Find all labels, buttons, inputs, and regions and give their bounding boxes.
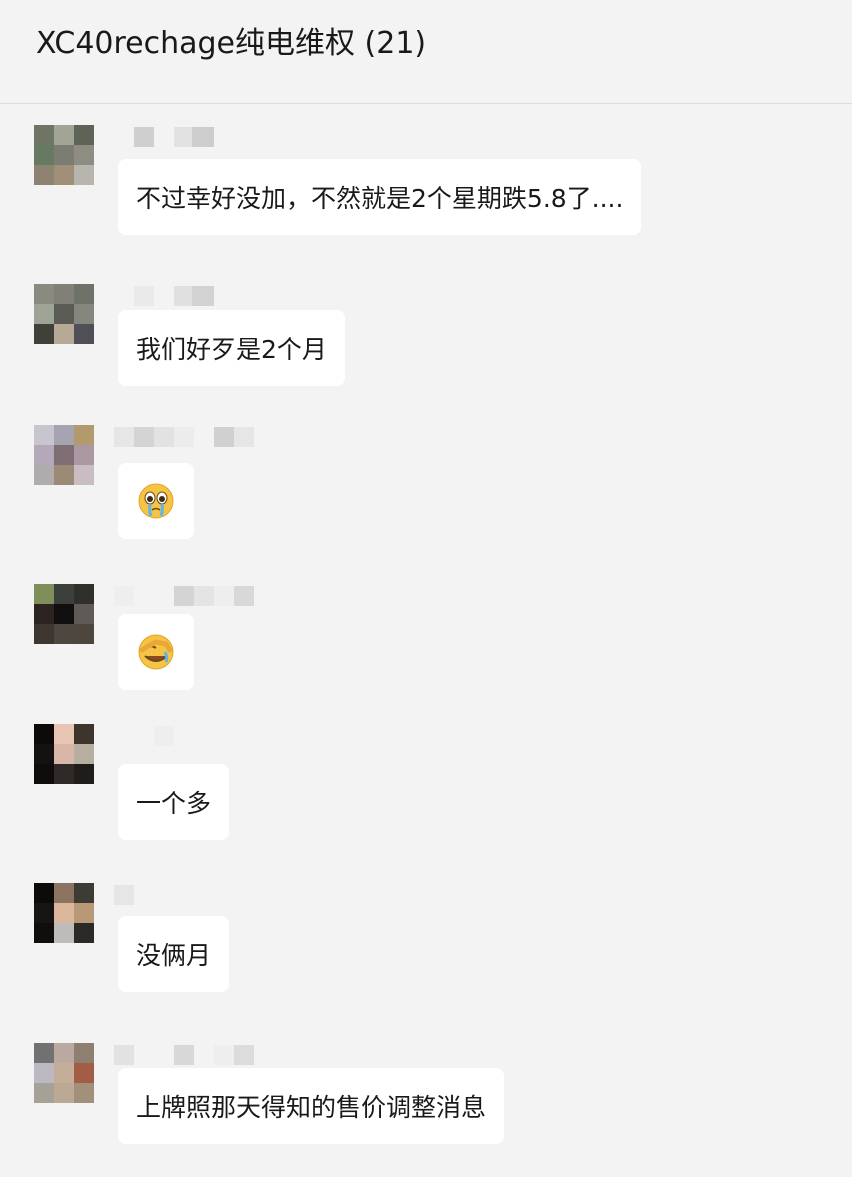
avatar-pixel [54, 324, 74, 344]
facepalm-crying-emoji-icon [138, 634, 174, 670]
avatar-pixel [54, 1043, 74, 1063]
message-bubble[interactable]: 我们好歹是2个月 [118, 310, 345, 386]
avatar-pixel [54, 624, 74, 644]
avatar-pixel [54, 125, 74, 145]
sender-name-blurred [114, 885, 134, 905]
avatar-pixel [74, 284, 94, 304]
avatar-pixel [74, 324, 94, 344]
avatar-pixel [74, 584, 94, 604]
avatar[interactable] [34, 883, 94, 943]
avatar-pixel [74, 624, 94, 644]
avatar-pixel [74, 145, 94, 165]
sender-name-blurred [114, 286, 214, 306]
avatar[interactable] [34, 425, 94, 485]
avatar-pixel [34, 284, 54, 304]
avatar-pixel [74, 604, 94, 624]
avatar-pixel [34, 764, 54, 784]
avatar-pixel [74, 445, 94, 465]
message-bubble[interactable]: 一个多 [118, 764, 230, 840]
avatar-pixel [54, 445, 74, 465]
message-bubble[interactable]: 没俩月 [118, 916, 230, 992]
avatar[interactable] [34, 284, 94, 344]
avatar-pixel [34, 883, 54, 903]
avatar-pixel [54, 923, 74, 943]
avatar-pixel [54, 165, 74, 185]
avatar-pixel [74, 165, 94, 185]
avatar-pixel [34, 903, 54, 923]
avatar-pixel [34, 923, 54, 943]
avatar-pixel [54, 284, 74, 304]
avatar-pixel [74, 465, 94, 485]
avatar-pixel [34, 744, 54, 764]
message-text: 我们好歹是2个月 [136, 335, 327, 364]
avatar-pixel [74, 304, 94, 324]
chat-header: XC40rechage纯电维权 (21) [0, 0, 852, 104]
avatar-pixel [74, 1083, 94, 1103]
avatar-pixel [34, 1063, 54, 1083]
message-bubble[interactable] [118, 614, 194, 690]
avatar-pixel [54, 584, 74, 604]
message-bubble[interactable]: 上牌照那天得知的售价调整消息 [118, 1068, 505, 1144]
crying-face-emoji-icon [138, 483, 174, 519]
sender-name-blurred [114, 427, 254, 447]
avatar-pixel [34, 145, 54, 165]
avatar-pixel [34, 624, 54, 644]
avatar-pixel [34, 724, 54, 744]
avatar-pixel [34, 1043, 54, 1063]
avatar-pixel [34, 465, 54, 485]
avatar-pixel [54, 465, 74, 485]
sender-name-blurred [114, 586, 254, 606]
avatar-pixel [74, 1063, 94, 1083]
avatar-pixel [54, 1083, 74, 1103]
avatar-pixel [34, 304, 54, 324]
avatar-pixel [34, 425, 54, 445]
avatar-pixel [54, 764, 74, 784]
avatar-pixel [74, 923, 94, 943]
avatar-pixel [74, 903, 94, 923]
message-text: 不过幸好没加，不然就是2个星期跌5.8了.... [136, 184, 624, 213]
avatar-pixel [54, 744, 74, 764]
avatar-pixel [54, 145, 74, 165]
avatar-pixel [74, 764, 94, 784]
avatar-pixel [54, 304, 74, 324]
avatar-pixel [74, 724, 94, 744]
avatar-pixel [34, 165, 54, 185]
avatar-pixel [34, 584, 54, 604]
sender-name-blurred [114, 726, 174, 746]
message-bubble[interactable] [118, 463, 194, 539]
avatar-pixel [74, 1043, 94, 1063]
avatar-pixel [54, 425, 74, 445]
avatar-pixel [74, 425, 94, 445]
avatar[interactable] [34, 584, 94, 644]
sender-name-blurred [114, 127, 214, 147]
avatar-pixel [34, 324, 54, 344]
message-text: 没俩月 [136, 941, 212, 970]
avatar-pixel [74, 125, 94, 145]
avatar-pixel [74, 744, 94, 764]
avatar-pixel [34, 445, 54, 465]
avatar-pixel [34, 604, 54, 624]
avatar[interactable] [34, 125, 94, 185]
avatar-pixel [54, 903, 74, 923]
sender-name-blurred [114, 1045, 254, 1065]
chat-title: XC40rechage纯电维权 (21) [36, 26, 427, 61]
avatar-pixel [34, 1083, 54, 1103]
avatar-pixel [54, 883, 74, 903]
avatar[interactable] [34, 1043, 94, 1103]
avatar-pixel [54, 1063, 74, 1083]
avatar-pixel [54, 604, 74, 624]
message-text: 一个多 [136, 789, 212, 818]
message-text: 上牌照那天得知的售价调整消息 [136, 1093, 487, 1122]
avatar[interactable] [34, 724, 94, 784]
avatar-pixel [34, 125, 54, 145]
message-bubble[interactable]: 不过幸好没加，不然就是2个星期跌5.8了.... [118, 159, 642, 235]
avatar-pixel [54, 724, 74, 744]
avatar-pixel [74, 883, 94, 903]
